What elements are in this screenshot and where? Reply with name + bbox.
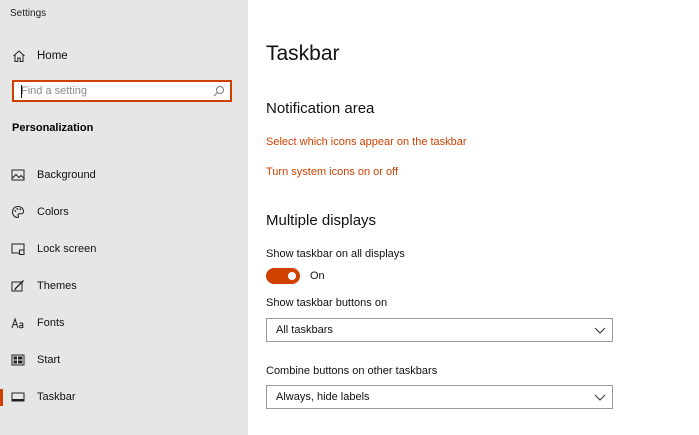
- home-label: Home: [37, 50, 68, 62]
- sidebar-item-background[interactable]: Background: [0, 160, 248, 190]
- sidebar-item-label: Lock screen: [37, 243, 97, 255]
- settings-window: Settings Home Personalization Background: [0, 0, 699, 435]
- sidebar-item-fonts[interactable]: Fonts: [0, 308, 248, 338]
- sidebar-item-label: Taskbar: [37, 391, 76, 403]
- chevron-down-icon: [594, 394, 606, 401]
- notification-area-heading: Notification area: [266, 100, 375, 117]
- toggle-state-label: On: [310, 270, 325, 282]
- font-icon: [11, 317, 24, 329]
- sidebar-item-start[interactable]: Start: [0, 345, 248, 375]
- show-on-all-displays-label: Show taskbar on all displays: [266, 248, 405, 260]
- main-content: Taskbar Notification area Select which i…: [248, 0, 699, 435]
- toggle-knob: [288, 272, 296, 280]
- sidebar: Settings Home Personalization Background: [0, 0, 248, 435]
- sidebar-item-themes[interactable]: Themes: [0, 271, 248, 301]
- combine-buttons-label: Combine buttons on other taskbars: [266, 365, 438, 377]
- sidebar-item-label: Colors: [37, 206, 69, 218]
- chevron-down-icon: [594, 327, 606, 334]
- home-nav-item[interactable]: Home: [0, 44, 248, 70]
- sidebar-item-label: Background: [37, 169, 96, 181]
- start-icon: [11, 354, 25, 366]
- home-icon: [13, 50, 25, 62]
- page-title: Taskbar: [266, 42, 340, 65]
- sidebar-item-label: Fonts: [37, 317, 65, 329]
- search-box[interactable]: [12, 80, 232, 102]
- text-caret: [21, 85, 22, 98]
- show-buttons-on-dropdown[interactable]: All taskbars: [266, 318, 613, 342]
- multiple-displays-heading: Multiple displays: [266, 212, 377, 229]
- sidebar-item-label: Start: [37, 354, 61, 366]
- dropdown-value: Always, hide labels: [276, 391, 370, 403]
- palette-icon: [11, 205, 25, 219]
- show-on-all-displays-toggle[interactable]: [266, 268, 300, 284]
- combine-buttons-dropdown[interactable]: Always, hide labels: [266, 385, 613, 409]
- show-buttons-on-label: Show taskbar buttons on: [266, 297, 388, 309]
- sidebar-item-colors[interactable]: Colors: [0, 197, 248, 227]
- sidebar-item-taskbar[interactable]: Taskbar: [0, 382, 248, 412]
- taskbar-icon: [11, 392, 25, 402]
- search-input[interactable]: [21, 84, 211, 98]
- app-title: Settings: [10, 8, 47, 19]
- dropdown-value: All taskbars: [276, 324, 333, 336]
- section-title: Personalization: [12, 122, 94, 134]
- search-icon[interactable]: [213, 85, 225, 97]
- select-icons-link[interactable]: Select which icons appear on the taskbar: [266, 136, 467, 148]
- sidebar-item-label: Themes: [37, 280, 77, 292]
- brush-icon: [11, 280, 24, 292]
- image-icon: [11, 169, 25, 181]
- system-icons-link[interactable]: Turn system icons on or off: [266, 166, 398, 178]
- sidebar-item-lock-screen[interactable]: Lock screen: [0, 234, 248, 264]
- active-indicator: [0, 389, 3, 406]
- lock-screen-icon: [11, 243, 25, 255]
